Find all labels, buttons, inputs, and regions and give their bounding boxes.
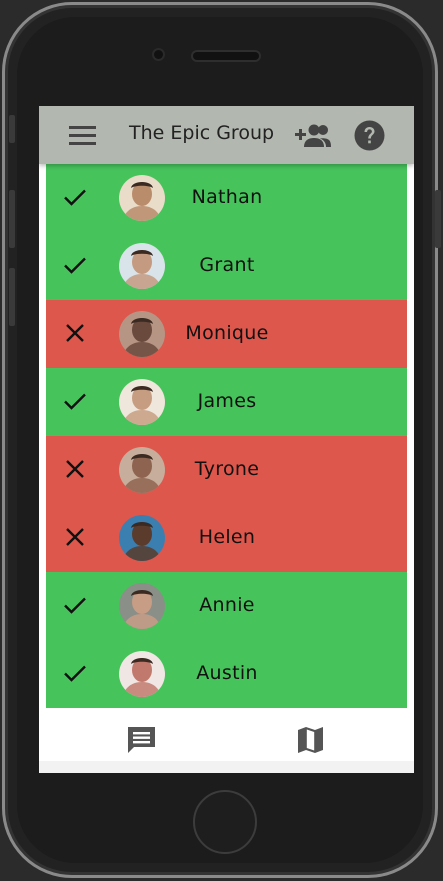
help-icon[interactable] xyxy=(354,120,385,151)
check-icon[interactable] xyxy=(62,660,88,686)
member-row[interactable]: Tyrone xyxy=(46,436,407,504)
avatar xyxy=(119,379,165,425)
member-row[interactable]: Grant xyxy=(46,232,407,300)
earpiece-speaker xyxy=(193,52,259,60)
check-icon[interactable] xyxy=(62,388,88,414)
close-icon[interactable] xyxy=(62,524,88,550)
avatar xyxy=(119,515,165,561)
map-icon[interactable] xyxy=(294,723,328,757)
member-row[interactable]: James xyxy=(46,368,407,436)
side-button xyxy=(9,190,15,248)
side-button xyxy=(9,115,15,143)
home-button[interactable] xyxy=(193,790,257,854)
app-screen: The Epic Group Nathan Grant Monique Jame… xyxy=(39,106,414,773)
app-bar: The Epic Group xyxy=(39,106,414,164)
member-name: Monique xyxy=(185,322,269,344)
page: The Epic Group Nathan Grant Monique Jame… xyxy=(0,0,443,881)
member-row[interactable]: Nathan xyxy=(46,164,407,232)
check-icon[interactable] xyxy=(62,184,88,210)
member-name: Annie xyxy=(199,594,255,616)
avatar xyxy=(119,651,165,697)
bottom-navigation xyxy=(39,711,414,761)
avatar xyxy=(119,243,165,289)
chat-icon[interactable] xyxy=(125,723,159,757)
member-list: Nathan Grant Monique James Tyrone Helen Annie A… xyxy=(46,164,407,710)
avatar xyxy=(119,447,165,493)
avatar xyxy=(119,583,165,629)
check-icon[interactable] xyxy=(62,252,88,278)
member-name: Grant xyxy=(199,254,255,276)
member-name: Nathan xyxy=(191,186,263,208)
member-name: James xyxy=(197,390,257,412)
member-name: Helen xyxy=(198,526,256,548)
avatar xyxy=(119,175,165,221)
member-row[interactable]: Annie xyxy=(46,572,407,640)
close-icon[interactable] xyxy=(62,320,88,346)
side-button xyxy=(9,268,15,326)
page-title: The Epic Group xyxy=(129,122,275,144)
member-row[interactable]: Austin xyxy=(46,640,407,708)
close-icon[interactable] xyxy=(62,456,88,482)
member-row[interactable]: Monique xyxy=(46,300,407,368)
member-name: Tyrone xyxy=(194,458,260,480)
front-camera xyxy=(154,50,163,59)
screen-bottom-strip xyxy=(39,761,414,773)
avatar xyxy=(119,311,165,357)
check-icon[interactable] xyxy=(62,592,88,618)
side-button xyxy=(435,190,441,248)
member-name: Austin xyxy=(196,662,258,684)
menu-icon[interactable] xyxy=(67,123,99,147)
group-add-icon[interactable] xyxy=(293,121,333,149)
member-row[interactable]: Helen xyxy=(46,504,407,572)
